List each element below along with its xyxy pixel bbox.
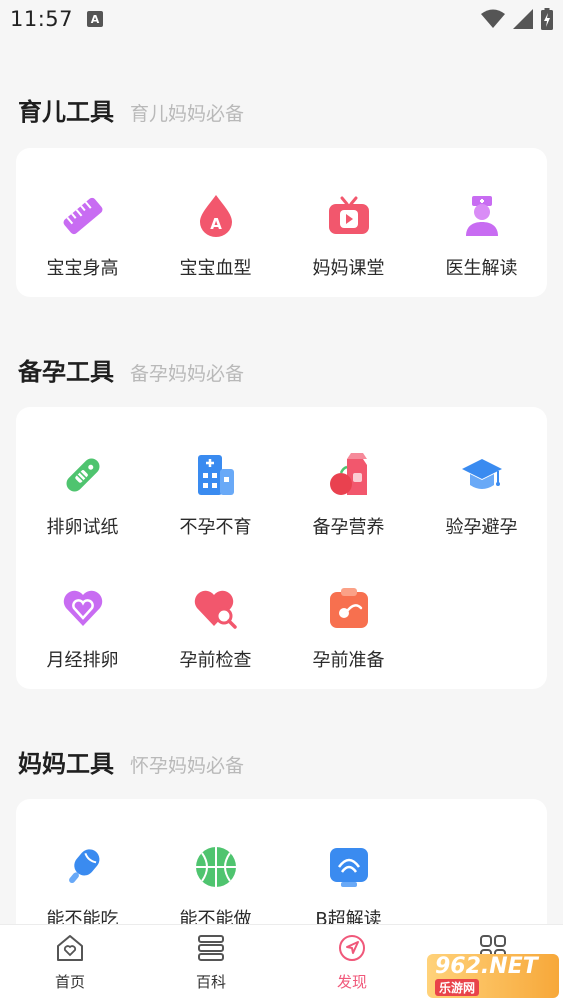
graduation-cap-icon [458, 451, 506, 499]
tab-discover[interactable]: 发现 [302, 933, 402, 992]
tool-label: 能不能做 [179, 909, 252, 924]
wifi-icon [481, 9, 505, 28]
signal-icon [513, 9, 533, 29]
tool-label: 宝宝身高 [46, 258, 119, 279]
tab-encyclopedia[interactable]: 百科 [161, 933, 261, 992]
tool-label: 能不能吃 [46, 909, 119, 924]
status-bar: 11:57 A [0, 0, 563, 38]
tool-baby-height[interactable]: 宝宝身高 [16, 192, 149, 280]
battery-icon [541, 8, 553, 30]
ball-icon [192, 843, 240, 891]
section-header-mom: 妈妈工具 怀孕妈妈必备 [18, 744, 244, 779]
tv-play-icon [325, 192, 373, 240]
section-title: 备孕工具 [18, 358, 114, 386]
blood-drop-icon: A [192, 192, 240, 240]
tool-label: 妈妈课堂 [312, 258, 385, 279]
status-icons [481, 8, 553, 30]
heart-icon [59, 584, 107, 632]
discover-icon [339, 935, 365, 961]
section-subtitle: 怀孕妈妈必备 [130, 755, 245, 777]
tab-label: 发现 [336, 973, 367, 991]
tool-infertility[interactable]: 不孕不育 [149, 451, 282, 539]
watermark-logo: 962.NET 乐游网 [427, 954, 559, 998]
tool-label: 验孕避孕 [445, 517, 518, 538]
watermark-bottom: 乐游网 [435, 979, 480, 996]
tool-can-i-eat[interactable]: 能不能吃 [16, 843, 149, 924]
ultrasound-icon [325, 843, 373, 891]
tool-label: 孕前检查 [179, 650, 252, 671]
tab-label: 首页 [54, 973, 85, 991]
card-mom-tools: 能不能吃 能不能做 B超解读 [16, 799, 547, 924]
tool-pregnancy-test[interactable]: 验孕避孕 [415, 451, 548, 539]
tab-label: 百科 [195, 973, 226, 991]
tool-ultrasound-interpretation[interactable]: B超解读 [282, 843, 415, 924]
tool-label: B超解读 [315, 909, 382, 924]
tool-preconception-nutrition[interactable]: 备孕营养 [282, 451, 415, 539]
section-subtitle: 育儿妈妈必备 [130, 103, 245, 125]
tool-label: 孕前准备 [312, 650, 385, 671]
popsicle-icon [59, 843, 107, 891]
tool-label: 月经排卵 [46, 650, 119, 671]
card-parenting-tools: 宝宝身高 A 宝宝血型 妈妈课堂 医生解读 [16, 148, 547, 297]
nutrition-icon [325, 451, 373, 499]
notification-icon: A [87, 11, 104, 27]
clipboard-icon [325, 584, 373, 632]
tool-can-i-do[interactable]: 能不能做 [149, 843, 282, 924]
heart-search-icon [192, 584, 240, 632]
tool-label: 不孕不育 [179, 517, 252, 538]
card-preconception-tools: 排卵试纸 不孕不育 备孕营养 验孕避孕 月经排卵 孕前检查 孕前准备 [16, 407, 547, 689]
svg-text:A: A [210, 215, 222, 233]
nurse-icon [458, 192, 506, 240]
tool-baby-blood-type[interactable]: A 宝宝血型 [149, 192, 282, 280]
tool-label: 宝宝血型 [179, 258, 252, 279]
section-subtitle: 备孕妈妈必备 [130, 363, 245, 385]
test-strip-icon [59, 451, 107, 499]
tools-content[interactable]: 育儿工具 育儿妈妈必备 宝宝身高 A 宝宝血型 妈妈课堂 医生解读 备孕工具 备… [0, 38, 563, 924]
tab-home[interactable]: 首页 [20, 933, 120, 992]
tool-label: 排卵试纸 [46, 517, 119, 538]
tool-label: 备孕营养 [312, 517, 385, 538]
section-header-preconception: 备孕工具 备孕妈妈必备 [18, 352, 244, 387]
hospital-icon [192, 451, 240, 499]
ruler-icon [59, 192, 107, 240]
encyclopedia-icon [198, 935, 224, 961]
section-title: 育儿工具 [18, 98, 114, 126]
tool-prepregnancy-checkup[interactable]: 孕前检查 [149, 584, 282, 672]
tool-ovulation-test[interactable]: 排卵试纸 [16, 451, 149, 539]
tool-mom-classroom[interactable]: 妈妈课堂 [282, 192, 415, 280]
tool-menstrual-ovulation[interactable]: 月经排卵 [16, 584, 149, 672]
home-icon [57, 935, 83, 961]
tool-doctor-interpretation[interactable]: 医生解读 [415, 192, 548, 280]
watermark-top: 962.NET [435, 954, 538, 979]
status-time: 11:57 [10, 7, 74, 31]
tool-label: 医生解读 [445, 258, 518, 279]
section-title: 妈妈工具 [18, 750, 114, 778]
section-header-parenting: 育儿工具 育儿妈妈必备 [18, 92, 244, 127]
tool-prepregnancy-prep[interactable]: 孕前准备 [282, 584, 415, 672]
